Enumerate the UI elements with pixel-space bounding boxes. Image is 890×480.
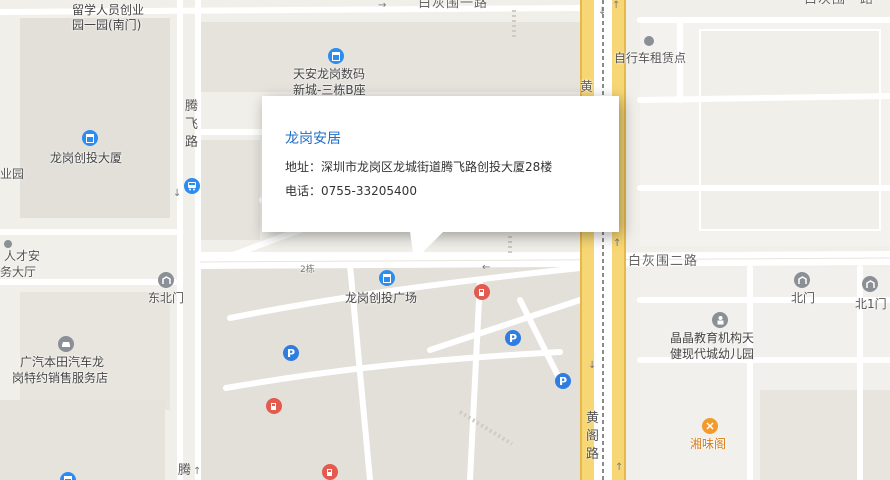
label-north-gate-1: 北1门 xyxy=(855,297,887,311)
label-rencai-line1: 人才安 xyxy=(4,249,41,263)
svg-text:↓: ↓ xyxy=(588,360,596,371)
svg-text:↓: ↓ xyxy=(173,188,181,199)
parking-icon[interactable]: P xyxy=(555,373,571,389)
label-road-huangge: 黄阁路 xyxy=(586,411,600,462)
popup-title[interactable]: 龙岗安居 xyxy=(285,128,341,148)
label-road-baihuiwei-1: 白灰围一路 xyxy=(418,0,489,11)
svg-text:←: ← xyxy=(482,262,490,273)
school-icon[interactable] xyxy=(712,312,728,328)
car-icon[interactable] xyxy=(58,336,74,352)
label-school-line2: 园一园(南门) xyxy=(72,18,142,32)
gate-icon[interactable] xyxy=(794,272,810,288)
label-kindergarten-line1: 晶晶教育机构天 xyxy=(670,331,755,345)
label-restaurant: 湘味阁 xyxy=(690,437,727,451)
map-canvas[interactable]: → ↑ ↓ ← ↓ ↑ ↓ ↑ ↑ 留学人员创业 园一园(南门) 白灰围一路 白… xyxy=(0,0,890,480)
label-chuangtou-tower: 龙岗创投大厦 xyxy=(50,151,123,165)
bus-icon[interactable] xyxy=(184,178,200,194)
map-base-layer: → ↑ ↓ ← ↓ ↑ ↓ ↑ ↑ xyxy=(0,0,890,480)
label-honda-line2: 岗特约销售服务店 xyxy=(12,371,109,385)
location-pin-icon[interactable] xyxy=(644,36,654,46)
popup-address: 地址：深圳市龙岗区龙城街道腾飞路创投大厦28楼 xyxy=(285,160,553,174)
parking-icon[interactable]: P xyxy=(283,345,299,361)
popup-pointer xyxy=(410,231,444,261)
svg-text:→: → xyxy=(378,0,386,11)
info-popup[interactable]: 龙岗安居 地址：深圳市龙岗区龙城街道腾飞路创投大厦28楼 电话：0755-332… xyxy=(262,96,619,232)
popup-phone: 电话：0755-33205400 xyxy=(285,184,417,198)
label-bike-rental: 自行车租赁点 xyxy=(614,51,687,65)
gas-station-icon[interactable] xyxy=(322,464,338,480)
svg-text:↑: ↑ xyxy=(612,0,620,11)
parking-icon[interactable]: P xyxy=(505,330,521,346)
building-icon[interactable] xyxy=(82,130,98,146)
location-pin-icon[interactable] xyxy=(4,240,12,248)
label-east-north-gate: 东北门 xyxy=(148,291,185,305)
label-kindergarten-line2: 健现代城幼儿园 xyxy=(670,347,755,361)
label-road-baihuiwei-2: 白灰围二路 xyxy=(628,254,699,269)
label-building-2: 2栋 xyxy=(300,265,315,275)
label-left-edge: 业园 xyxy=(0,167,25,181)
label-honda-line1: 广汽本田汽车龙 xyxy=(20,355,105,369)
label-plaza: 龙岗创投广场 xyxy=(345,291,418,305)
label-road-baihuiwei-1-right: 白灰围一路 xyxy=(804,0,874,8)
label-north-gate: 北门 xyxy=(791,291,816,305)
svg-text:↓: ↓ xyxy=(598,6,606,17)
label-road-huang-top: 黄 xyxy=(580,80,595,95)
gate-icon[interactable] xyxy=(158,272,174,288)
svg-text:↑: ↑ xyxy=(193,466,201,477)
building-icon[interactable] xyxy=(328,48,344,64)
svg-text:↑: ↑ xyxy=(613,238,621,249)
building-icon[interactable] xyxy=(379,270,395,286)
gate-icon[interactable] xyxy=(862,276,878,292)
gas-station-icon[interactable] xyxy=(474,284,490,300)
gas-station-icon[interactable] xyxy=(266,398,282,414)
label-road-tengfei: 腾飞路 xyxy=(185,99,199,150)
restaurant-icon[interactable] xyxy=(702,418,718,434)
label-rencai-line2: 务大厅 xyxy=(0,265,37,279)
label-road-teng-bottom: 腾 xyxy=(178,463,192,478)
label-tianan-line1: 天安龙岗数码 xyxy=(293,67,366,81)
svg-text:↑: ↑ xyxy=(615,462,623,473)
label-school-line1: 留学人员创业 xyxy=(72,3,145,17)
